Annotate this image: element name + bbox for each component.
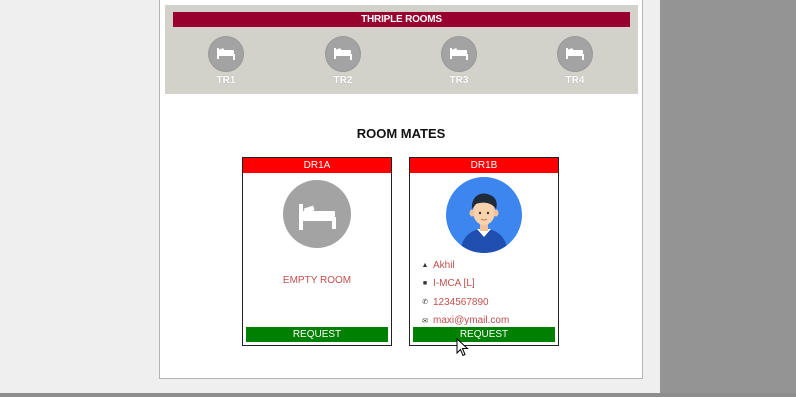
roommate-email: maxi@ymail.com bbox=[433, 315, 510, 327]
background-right bbox=[660, 0, 796, 397]
room-tr1[interactable]: TR1 bbox=[206, 36, 246, 86]
phone-icon: ✆ bbox=[422, 299, 428, 307]
roommate-course: I-MCA [L] bbox=[433, 278, 475, 290]
roommate-card-dr1b: DR1B ▲ Akhil ■ I-MCA [L] ✆ 1234567890 ✉ maxi… bbox=[409, 157, 559, 346]
room-label: TR2 bbox=[333, 75, 353, 86]
envelope-icon: ✉ bbox=[422, 317, 428, 325]
request-button[interactable]: REQUEST bbox=[413, 327, 555, 342]
mouse-cursor-icon bbox=[456, 337, 470, 363]
bottom-edge bbox=[0, 393, 796, 397]
room-label: TR4 bbox=[565, 75, 585, 86]
room-label: TR1 bbox=[216, 75, 236, 86]
card-header: DR1A bbox=[243, 158, 391, 173]
bed-icon bbox=[283, 180, 351, 248]
bed-icon bbox=[441, 36, 477, 72]
avatar bbox=[446, 177, 522, 253]
roommate-name: Akhil bbox=[433, 259, 455, 271]
bed-icon bbox=[208, 36, 244, 72]
roommate-phone: 1234567890 bbox=[433, 296, 489, 308]
user-icon: ▲ bbox=[421, 261, 429, 269]
room-label: TR3 bbox=[449, 75, 469, 86]
graduation-icon: ■ bbox=[422, 280, 428, 288]
bed-icon bbox=[325, 36, 361, 72]
bed-icon bbox=[557, 36, 593, 72]
room-tr3[interactable]: TR3 bbox=[439, 36, 479, 86]
room-tr2[interactable]: TR2 bbox=[323, 36, 363, 86]
roommate-info: ▲ Akhil ■ I-MCA [L] ✆ 1234567890 ✉ maxi@ymai… bbox=[420, 256, 510, 330]
empty-room-text: EMPTY ROOM bbox=[282, 275, 352, 286]
roommate-card-dr1a: DR1A EMPTY ROOM REQUEST bbox=[242, 157, 392, 346]
card-header: DR1B bbox=[410, 158, 558, 173]
room-mates-title: ROOM MATES bbox=[356, 126, 446, 141]
request-button[interactable]: REQUEST bbox=[246, 327, 388, 342]
room-tr4[interactable]: TR4 bbox=[555, 36, 595, 86]
triple-rooms-header: THRIPLE ROOMS bbox=[173, 12, 630, 27]
